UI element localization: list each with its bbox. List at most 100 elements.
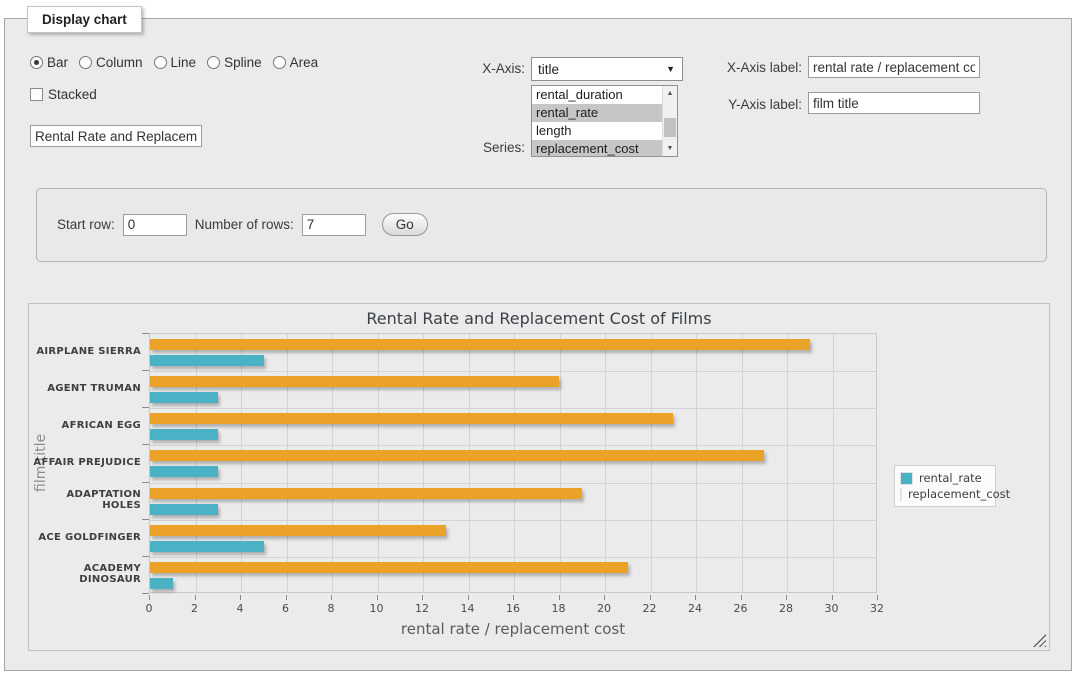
category-label: ADAPTATION HOLES <box>31 482 141 519</box>
series-option-replacement_cost[interactable]: replacement_cost <box>532 140 662 156</box>
gridline-vertical <box>287 334 288 592</box>
start-row-input[interactable] <box>123 214 187 236</box>
gridline-vertical <box>469 334 470 592</box>
gridline-vertical <box>651 334 652 592</box>
x-tick-mark <box>650 595 651 600</box>
num-rows-input[interactable] <box>302 214 366 236</box>
row-range-controls: Start row: Number of rows: Go <box>57 213 428 236</box>
series-listbox[interactable]: rental_durationrental_ratelengthreplacem… <box>531 85 678 157</box>
radio-icon[interactable] <box>154 56 167 69</box>
stacked-checkbox-row[interactable]: Stacked <box>30 87 97 102</box>
x-tick-mark <box>741 595 742 600</box>
chart-legend: rental_ratereplacement_cost <box>894 465 996 507</box>
radio-label: Bar <box>47 55 68 70</box>
x-axis-title: rental rate / replacement cost <box>149 620 877 638</box>
chart-title: Rental Rate and Replacement Cost of Film… <box>29 309 1049 328</box>
gridline-horizontal <box>150 445 876 446</box>
scroll-down-icon[interactable]: ▼ <box>663 141 677 156</box>
x-tick-label: 16 <box>498 602 528 615</box>
stacked-checkbox[interactable] <box>30 88 43 101</box>
y-tick-mark <box>142 370 149 371</box>
radio-icon[interactable] <box>79 56 92 69</box>
x-tick-mark <box>468 595 469 600</box>
stacked-label: Stacked <box>48 87 97 102</box>
radio-label: Spline <box>224 55 262 70</box>
y-tick-mark <box>142 482 149 483</box>
radio-icon[interactable] <box>30 56 43 69</box>
start-row-label: Start row: <box>57 217 115 232</box>
y-tick-mark <box>142 407 149 408</box>
rental_rate-bar <box>150 541 264 552</box>
y-tick-mark <box>142 444 149 445</box>
chart-title-input[interactable] <box>30 125 202 147</box>
rental_rate-bar <box>150 466 218 477</box>
legend-swatch-rental_rate <box>900 472 913 485</box>
category-label: AFRICAN EGG <box>31 407 141 444</box>
x-tick-label: 2 <box>180 602 210 615</box>
x-tick-mark <box>877 595 878 600</box>
x-tick-label: 22 <box>635 602 665 615</box>
y-tick-mark <box>142 556 149 557</box>
x-tick-label: 8 <box>316 602 346 615</box>
y-axis-label-input[interactable] <box>808 92 980 114</box>
gridline-vertical <box>196 334 197 592</box>
category-label: AIRPLANE SIERRA <box>31 333 141 370</box>
x-tick-mark <box>604 595 605 600</box>
x-axis-label-label: X-Axis label: <box>710 60 802 75</box>
rental_rate-bar <box>150 578 173 589</box>
scrollbar-thumb[interactable] <box>664 118 676 137</box>
radio-option-column[interactable]: Column <box>79 55 143 70</box>
plot-area <box>149 333 877 593</box>
chart-container: Rental Rate and Replacement Cost of Film… <box>28 303 1050 651</box>
legend-label: replacement_cost <box>908 487 1010 501</box>
go-button[interactable]: Go <box>382 213 428 236</box>
x-tick-label: 32 <box>862 602 892 615</box>
gridline-vertical <box>332 334 333 592</box>
x-tick-label: 28 <box>771 602 801 615</box>
replacement_cost-bar <box>150 413 673 424</box>
x-tick-label: 6 <box>271 602 301 615</box>
rental_rate-bar <box>150 355 264 366</box>
category-label: ACE GOLDFINGER <box>31 519 141 556</box>
x-tick-label: 12 <box>407 602 437 615</box>
legend-label: rental_rate <box>919 471 982 485</box>
series-listbox-label: Series: <box>455 140 525 155</box>
fieldset-legend: Display chart <box>27 6 142 33</box>
radio-option-spline[interactable]: Spline <box>207 55 262 70</box>
scrollbar-track[interactable] <box>663 101 677 141</box>
x-tick-label: 30 <box>817 602 847 615</box>
series-option-rental_rate[interactable]: rental_rate <box>532 104 662 122</box>
x-axis-select[interactable]: title ▼ <box>531 57 683 81</box>
radio-option-area[interactable]: Area <box>273 55 319 70</box>
page: Display chart Bar Column Line Spline Area St… <box>0 0 1081 681</box>
series-option-length[interactable]: length <box>532 122 662 140</box>
radio-option-bar[interactable]: Bar <box>30 55 68 70</box>
radio-icon[interactable] <box>273 56 286 69</box>
scroll-up-icon[interactable]: ▲ <box>663 86 677 101</box>
x-tick-mark <box>422 595 423 600</box>
legend-row: rental_rate <box>900 470 990 486</box>
x-tick-label: 20 <box>589 602 619 615</box>
category-label: AGENT TRUMAN <box>31 370 141 407</box>
x-axis-label-input[interactable] <box>808 56 980 78</box>
rental_rate-bar <box>150 504 218 515</box>
replacement_cost-bar <box>150 562 628 573</box>
x-tick-label: 26 <box>726 602 756 615</box>
x-tick-label: 4 <box>225 602 255 615</box>
radio-option-line[interactable]: Line <box>154 55 197 70</box>
radio-icon[interactable] <box>207 56 220 69</box>
y-tick-mark <box>142 593 149 594</box>
series-option-rental_duration[interactable]: rental_duration <box>532 86 662 104</box>
x-tick-mark <box>559 595 560 600</box>
gridline-vertical <box>833 334 834 592</box>
replacement_cost-bar <box>150 525 446 536</box>
resize-handle-icon[interactable] <box>1033 634 1046 647</box>
legend-swatch-replacement_cost <box>900 488 902 501</box>
rental_rate-bar <box>150 392 218 403</box>
x-tick-mark <box>195 595 196 600</box>
gridline-vertical <box>514 334 515 592</box>
radio-label: Area <box>290 55 319 70</box>
listbox-scrollbar[interactable]: ▲ ▼ <box>662 86 677 156</box>
gridline-vertical <box>378 334 379 592</box>
legend-row: replacement_cost <box>900 486 990 502</box>
